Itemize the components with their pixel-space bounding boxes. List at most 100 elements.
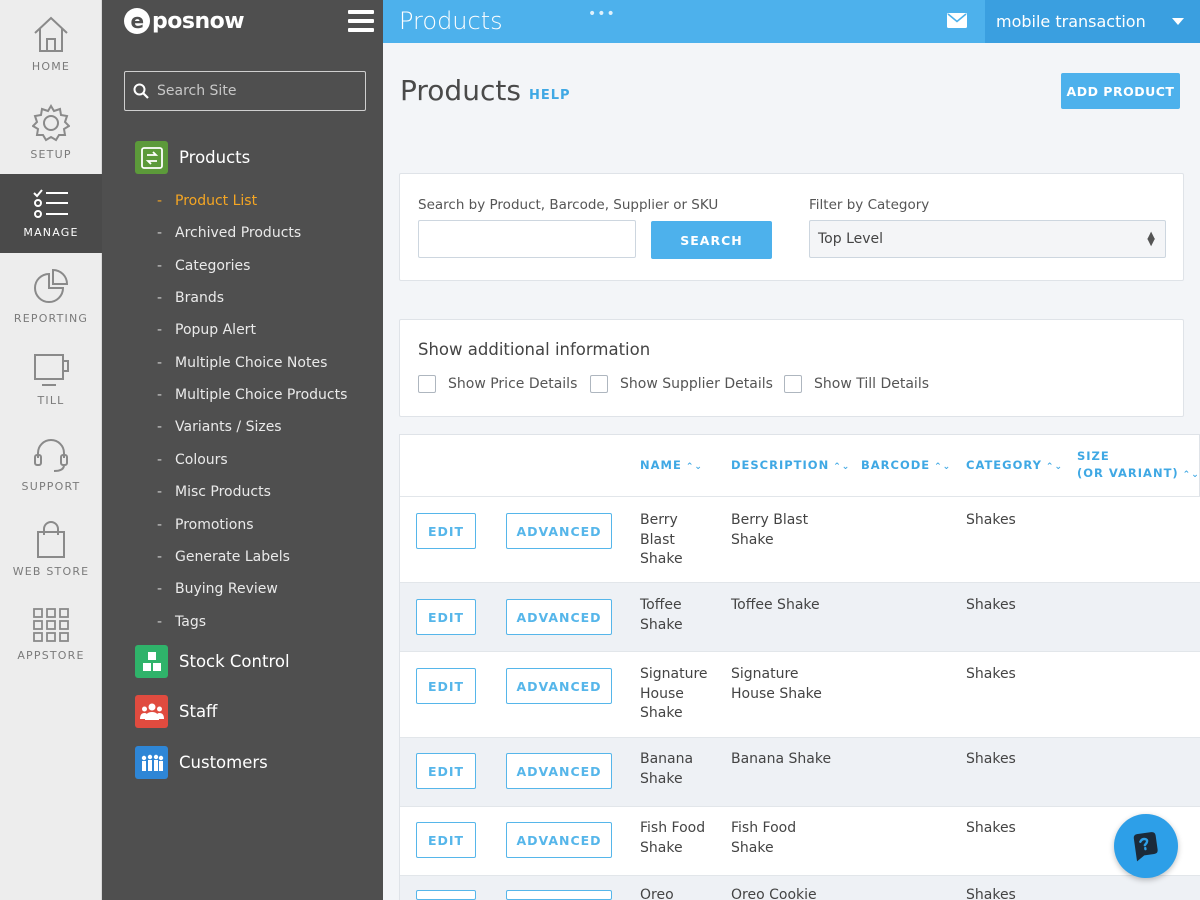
section-label: Products [179,148,251,167]
column-header-name[interactable]: NAME ⌃⌄ [640,457,703,476]
additional-info-title: Show additional information [418,340,651,359]
show-price-details-checkbox[interactable]: Show Price Details [418,375,577,393]
site-search[interactable] [124,71,366,111]
rail-label: HOME [31,60,71,73]
product-category: Shakes [966,597,1016,613]
product-name: Banana Shake [640,751,694,787]
sidebar: e posnow Products -Product List -Archive… [102,0,383,900]
sidebar-item-generate-labels[interactable]: - Generate Labels [157,549,290,565]
sidebar-item-variants-sizes[interactable]: - Variants / Sizes [157,419,282,435]
sidebar-item-promotions[interactable]: - Promotions [157,517,254,533]
sort-icon: ⌃⌄ [1182,470,1200,480]
advanced-button[interactable]: ADVANCED [506,599,612,635]
product-search-input[interactable] [418,220,636,258]
section-label: Customers [179,753,268,772]
product-description: Berry Blast Shake [731,512,809,548]
sidebar-section-staff[interactable]: Staff [135,695,217,728]
topbar-title: Products [399,7,503,35]
sort-icon: ⌃⌄ [685,462,703,472]
edit-button[interactable]: EDIT [416,668,476,704]
mail-icon[interactable] [947,13,967,28]
staff-icon [135,695,168,728]
product-description: Banana Shake [731,751,832,767]
hamburger-icon [348,10,374,14]
advanced-button[interactable]: ADVANCED [506,513,612,549]
sidebar-section-customers[interactable]: Customers [135,746,268,779]
sidebar-section-products[interactable]: Products [135,141,250,174]
column-header-size[interactable]: SIZE (OR VARIANT) ⌃⌄ [1077,448,1200,484]
rail-item-support[interactable]: SUPPORT [0,436,102,493]
product-name: Signature House Shake [640,666,708,721]
stock-control-icon [135,645,168,678]
rail-label: SETUP [30,148,72,161]
filter-label: Filter by Category [809,197,930,213]
help-link[interactable]: HELP [529,88,571,103]
checkbox-box[interactable] [784,375,802,393]
sidebar-item-multiple-choice-notes[interactable]: - Multiple Choice Notes [157,355,327,371]
menu-toggle-button[interactable] [348,10,374,32]
rail-item-web-store[interactable]: WEB STORE [0,521,102,578]
advanced-button[interactable]: ADVANCED [506,822,612,858]
edit-button[interactable]: EDIT [416,753,476,789]
column-header-description[interactable]: DESCRIPTION ⌃⌄ [731,457,850,476]
sort-arrows-icon: ▲ ▼ [1147,230,1155,248]
show-supplier-details-checkbox[interactable]: Show Supplier Details [590,375,773,393]
product-name: Berry Blast Shake [640,512,683,567]
site-search-input[interactable] [157,83,357,99]
product-category: Shakes [966,751,1016,767]
column-header-barcode[interactable]: BARCODE ⌃⌄ [861,457,951,476]
product-name: Oreo [640,887,674,900]
product-category: Shakes [966,887,1016,900]
chat-button[interactable] [1114,814,1178,878]
pie-chart-icon [34,268,69,303]
show-till-details-checkbox[interactable]: Show Till Details [784,375,929,393]
search-button[interactable]: SEARCH [651,221,772,259]
rail-item-appstore[interactable]: APPSTORE [0,607,102,662]
rail-item-reporting[interactable]: REPORTING [0,268,102,325]
sidebar-item-colours[interactable]: - Colours [157,452,228,468]
eposnow-logo[interactable]: e posnow [124,8,245,34]
sidebar-item-brands[interactable]: - Brands [157,290,224,306]
rail-label: WEB STORE [12,565,90,578]
products-icon [135,141,168,174]
add-product-button[interactable]: ADD PRODUCT [1061,73,1180,109]
sort-icon: ⌃⌄ [1045,462,1064,472]
sidebar-section-stock-control[interactable]: Stock Control [135,645,290,678]
sidebar-item-archived-products[interactable]: - Archived Products [157,225,301,241]
checkbox-box[interactable] [418,375,436,393]
sidebar-item-multiple-choice-products[interactable]: - Multiple Choice Products [157,387,347,403]
sidebar-item-popup-alert[interactable]: - Popup Alert [157,322,256,338]
product-description: Toffee Shake [731,597,820,613]
rail-label: REPORTING [13,312,89,325]
edit-button[interactable]: EDIT [416,513,476,549]
more-dots-icon[interactable]: ••• [588,6,616,22]
checkbox-box[interactable] [590,375,608,393]
column-header-category[interactable]: CATEGORY ⌃⌄ [966,457,1063,476]
additional-info-card [399,319,1184,417]
rail-item-manage[interactable]: MANAGE [0,174,102,253]
sidebar-item-categories[interactable]: - Categories [157,258,250,274]
rail-item-setup[interactable]: SETUP [0,104,102,161]
sidebar-item-tags[interactable]: - Tags [157,614,206,630]
grid-icon [33,608,69,642]
chat-icon [1133,832,1158,862]
chevron-down-icon [1172,18,1184,25]
headset-icon [34,439,68,472]
sidebar-item-product-list[interactable]: - Product List [157,193,257,209]
app-rail: HOME SETUP MANAGE REPORTING TILL SUPPORT… [0,0,102,900]
edit-button[interactable]: EDIT [416,599,476,635]
sidebar-item-misc-products[interactable]: - Misc Products [157,484,271,500]
advanced-button[interactable]: ADVANCED [506,668,612,704]
edit-button[interactable]: EDIT [416,822,476,858]
rail-item-till[interactable]: TILL [0,352,102,407]
till-icon [34,354,69,386]
account-dropdown[interactable]: mobile transaction [985,0,1200,43]
advanced-button[interactable]: ADVANCED [506,753,612,789]
sort-icon: ⌃⌄ [934,462,952,472]
rail-label: SUPPORT [21,480,81,493]
product-category: Shakes [966,666,1016,682]
rail-item-home[interactable]: HOME [0,14,102,73]
sidebar-item-buying-review[interactable]: - Buying Review [157,581,278,597]
category-select[interactable]: Top Level ▲ ▼ [809,220,1166,258]
page-title: Products [400,74,521,107]
